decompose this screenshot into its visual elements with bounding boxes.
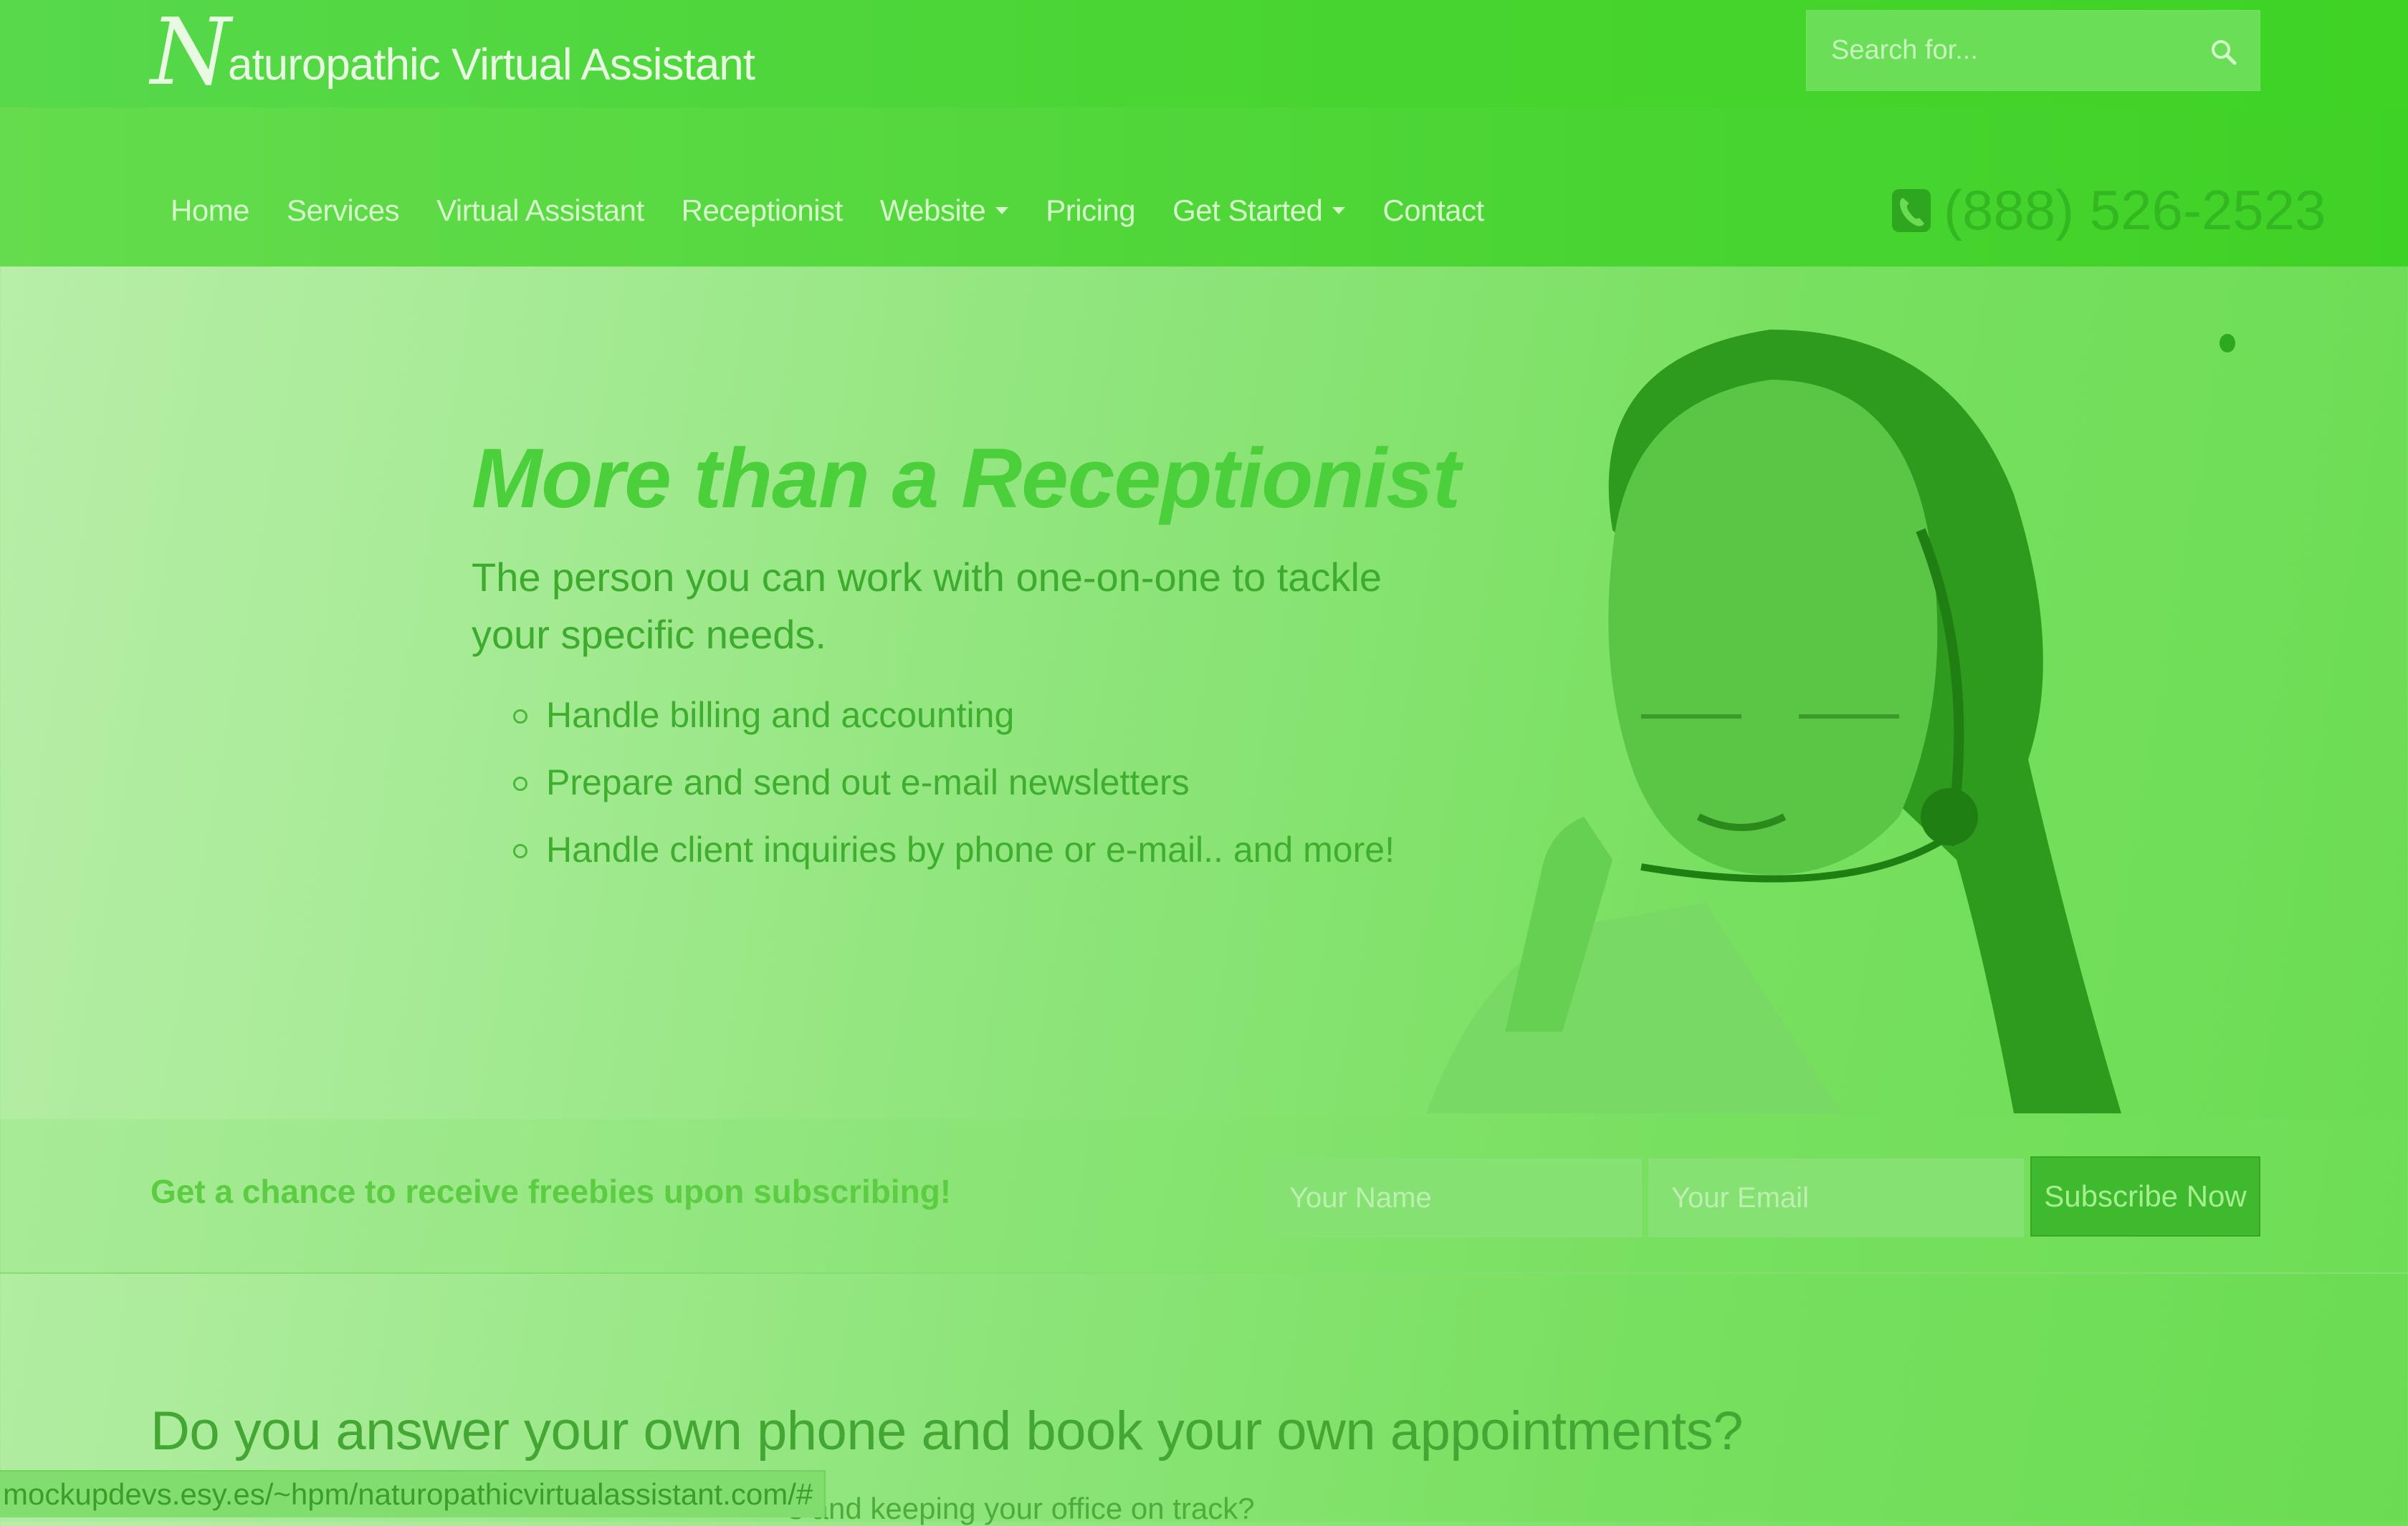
nav-label: Pricing	[1046, 193, 1136, 227]
nav-home[interactable]: Home	[171, 193, 250, 228]
logo-initial: N	[150, 0, 231, 106]
phone-number-link[interactable]: (888) 526-2523	[1891, 178, 2326, 243]
search-icon	[2212, 40, 2237, 65]
search-input[interactable]	[1807, 11, 2194, 90]
logo-text: aturopathic Virtual Assistant	[228, 40, 755, 90]
list-item: Handle billing and accounting	[509, 688, 1395, 755]
search-box	[1806, 10, 2260, 91]
nav-get-started-dropdown[interactable]: Get Started	[1172, 193, 1346, 228]
nav-website-dropdown[interactable]: Website	[879, 193, 1009, 228]
main-nav: Home Services Virtual Assistant Receptio…	[171, 193, 1521, 228]
subscribe-button[interactable]: Subscribe Now	[2030, 1156, 2260, 1237]
nav-receptionist[interactable]: Receptionist	[681, 193, 844, 228]
nav-contact[interactable]: Contact	[1382, 193, 1484, 228]
receptionist-photo	[1426, 330, 2121, 1113]
caret-down-icon	[1332, 207, 1346, 214]
list-item: Prepare and send out e-mail newsletters	[509, 755, 1395, 822]
nav-virtual-assistant[interactable]: Virtual Assistant	[436, 193, 644, 228]
section-partial-text: s and keeping your office on track?	[788, 1492, 1255, 1525]
phone-number: (888) 526-2523	[1944, 178, 2326, 241]
subscribe-prompt: Get a chance to receive freebies upon su…	[150, 1173, 952, 1210]
top-bar: N aturopathic Virtual Assistant	[0, 0, 2408, 107]
carousel-indicator[interactable]	[2220, 334, 2235, 352]
search-button[interactable]	[2209, 38, 2238, 67]
nav-label: Get Started	[1172, 193, 1323, 227]
nav-label: Website	[879, 193, 986, 227]
nav-label: Virtual Assistant	[436, 193, 644, 227]
name-field[interactable]	[1266, 1158, 1642, 1237]
nav-pricing[interactable]: Pricing	[1046, 193, 1135, 228]
caret-down-icon	[995, 207, 1009, 214]
nav-services[interactable]: Services	[287, 193, 400, 228]
nav-label: Home	[171, 193, 250, 227]
email-field[interactable]	[1648, 1158, 2024, 1237]
status-bar-url: mockupdevs.esy.es/~hpm/naturopathicvirtu…	[0, 1470, 826, 1517]
nav-label: Services	[287, 193, 400, 227]
list-item: Handle client inquiries by phone or e-ma…	[509, 822, 1395, 890]
hero-title: More than a Receptionist	[472, 431, 1461, 526]
section-heading: Do you answer your own phone and book yo…	[150, 1401, 1743, 1462]
nav-label: Contact	[1382, 193, 1484, 227]
hero-bullet-list: Handle billing and accounting Prepare an…	[509, 688, 1395, 890]
nav-label: Receptionist	[681, 193, 844, 227]
site-logo[interactable]: N aturopathic Virtual Assistant	[150, 6, 755, 99]
hero-subtitle: The person you can work with one-on-one …	[472, 555, 1382, 657]
phone-icon	[1892, 188, 1931, 232]
